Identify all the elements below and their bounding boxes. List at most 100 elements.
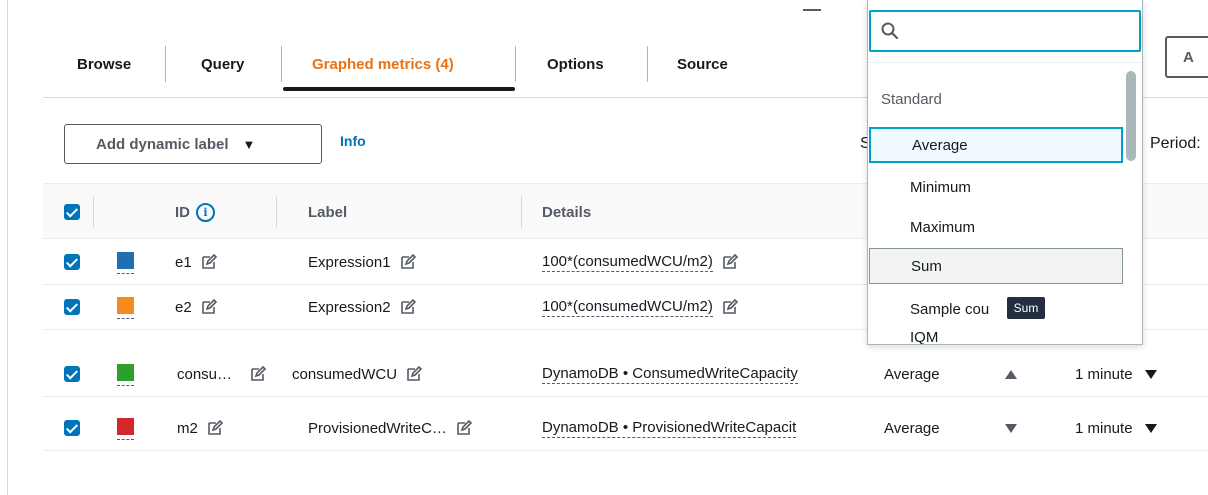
- add-dynamic-label-button[interactable]: Add dynamic label ▼: [64, 124, 322, 164]
- sort-down-icon[interactable]: [1005, 406, 1017, 450]
- row-details: 100*(consumedWCU/m2): [542, 285, 738, 329]
- row-id-text: e1: [175, 253, 192, 271]
- tab-separator: [515, 46, 516, 82]
- triangle-down: [1005, 423, 1017, 433]
- active-tab-indicator: [283, 87, 515, 91]
- tab-source[interactable]: Source: [677, 42, 728, 86]
- option-average[interactable]: Average: [869, 127, 1123, 163]
- edit-icon[interactable]: [201, 299, 217, 315]
- statistic-dropdown: Standard Average Minimum Maximum Sum Sam…: [867, 0, 1143, 345]
- tab-separator: [647, 46, 648, 82]
- color-swatch[interactable]: [117, 418, 134, 440]
- tab-browse[interactable]: Browse: [77, 42, 131, 86]
- swatch-underline: [117, 271, 134, 274]
- period-label: Period:: [1150, 135, 1201, 152]
- edit-icon[interactable]: [722, 299, 738, 315]
- edit-icon[interactable]: [406, 366, 423, 382]
- row-period[interactable]: 1 minute: [1075, 352, 1157, 396]
- row-statistic[interactable]: Average: [884, 406, 940, 450]
- row-details-text[interactable]: DynamoDB • ConsumedWriteCapacity: [542, 365, 798, 384]
- row-checkbox-cell: [64, 406, 80, 450]
- row-checkbox-cell: [64, 285, 80, 329]
- tab-graphed-metrics[interactable]: Graphed metrics (4): [312, 42, 454, 86]
- swatch-underline: [117, 383, 134, 386]
- chevron-down-icon: [1144, 423, 1157, 433]
- option-sample-count[interactable]: Sample cou: [869, 291, 1123, 327]
- statistic-options: Standard Average Minimum Maximum Sum Sam…: [868, 62, 1142, 344]
- caret-down-icon: ▼: [242, 136, 256, 152]
- row-id: consu…: [177, 352, 267, 396]
- edit-icon[interactable]: [201, 254, 217, 270]
- tab-separator: [281, 46, 282, 82]
- column-separator: [93, 196, 94, 228]
- row-id-text: m2: [177, 419, 198, 437]
- edit-icon[interactable]: [250, 366, 267, 382]
- row-checkbox[interactable]: [64, 254, 80, 270]
- swatch-color: [117, 252, 134, 269]
- edit-icon[interactable]: [400, 254, 416, 270]
- search-icon: [880, 21, 900, 41]
- column-separator: [276, 196, 277, 228]
- row-checkbox[interactable]: [64, 299, 80, 315]
- row-details: DynamoDB • ConsumedWriteCapacity: [542, 352, 798, 396]
- row-details-text[interactable]: 100*(consumedWCU/m2): [542, 253, 713, 272]
- swatch-underline: [117, 316, 134, 319]
- swatch-color: [117, 297, 134, 314]
- column-separator: [521, 196, 522, 228]
- color-swatch[interactable]: [117, 297, 134, 319]
- row-details: DynamoDB • ProvisionedWriteCapacit: [542, 406, 797, 450]
- color-swatch[interactable]: [117, 364, 134, 386]
- select-all-checkbox[interactable]: [64, 204, 80, 220]
- chevron-down-icon: [1144, 369, 1157, 379]
- header-details: Details: [542, 203, 592, 221]
- table-row: consu… consumedWCU DynamoDB • ConsumedWr…: [43, 352, 1208, 397]
- scrollbar-thumb[interactable]: [1126, 71, 1136, 161]
- option-iqm[interactable]: IQM: [869, 329, 1123, 344]
- row-period-text: 1 minute: [1075, 365, 1133, 383]
- triangle-up: [1005, 369, 1017, 379]
- row-checkbox[interactable]: [64, 420, 80, 436]
- row-id: e1: [175, 240, 217, 284]
- row-period[interactable]: 1 minute: [1075, 406, 1157, 450]
- row-label-text: Expression1: [308, 253, 391, 271]
- row-statistic[interactable]: Average: [884, 352, 940, 396]
- color-swatch[interactable]: [117, 252, 134, 274]
- header-id: ID i: [175, 184, 215, 240]
- row-details-text[interactable]: DynamoDB • ProvisionedWriteCapacit: [542, 419, 797, 438]
- row-checkbox-cell: [64, 352, 80, 396]
- row-id-text: consu…: [177, 365, 233, 383]
- actions-button[interactable]: A: [1165, 36, 1208, 78]
- row-checkbox[interactable]: [64, 366, 80, 382]
- edit-icon[interactable]: [722, 254, 738, 270]
- row-label: consumedWCU: [292, 352, 423, 396]
- row-label: Expression1: [308, 240, 416, 284]
- select-all-cell: [64, 184, 80, 240]
- row-label: ProvisionedWriteC…: [308, 406, 472, 450]
- add-dynamic-label-text: Add dynamic label: [96, 135, 229, 153]
- tab-query[interactable]: Query: [201, 42, 244, 86]
- tab-separator: [165, 46, 166, 82]
- edit-icon[interactable]: [456, 420, 472, 436]
- option-minimum[interactable]: Minimum: [869, 169, 1123, 205]
- info-icon[interactable]: i: [196, 202, 215, 222]
- row-details-text[interactable]: 100*(consumedWCU/m2): [542, 298, 713, 317]
- row-id: m2: [177, 406, 223, 450]
- search-input-wrap[interactable]: [869, 10, 1141, 52]
- sort-up-icon[interactable]: [1005, 352, 1017, 396]
- option-maximum[interactable]: Maximum: [869, 209, 1123, 245]
- resize-handle[interactable]: [803, 9, 821, 11]
- header-id-text: ID: [175, 203, 190, 221]
- info-link[interactable]: Info: [340, 133, 366, 149]
- row-label: Expression2: [308, 285, 416, 329]
- row-details: 100*(consumedWCU/m2): [542, 240, 738, 284]
- edit-icon[interactable]: [400, 299, 416, 315]
- edit-icon[interactable]: [207, 420, 223, 436]
- row-label-text: Expression2: [308, 298, 391, 316]
- option-sum[interactable]: Sum: [869, 248, 1123, 284]
- left-border: [7, 0, 8, 495]
- table-row: m2 ProvisionedWriteC… DynamoDB • Provisi…: [43, 406, 1208, 451]
- tab-options[interactable]: Options: [547, 42, 604, 86]
- header-label: Label: [308, 203, 348, 221]
- row-id-text: e2: [175, 298, 192, 316]
- swatch-color: [117, 364, 134, 381]
